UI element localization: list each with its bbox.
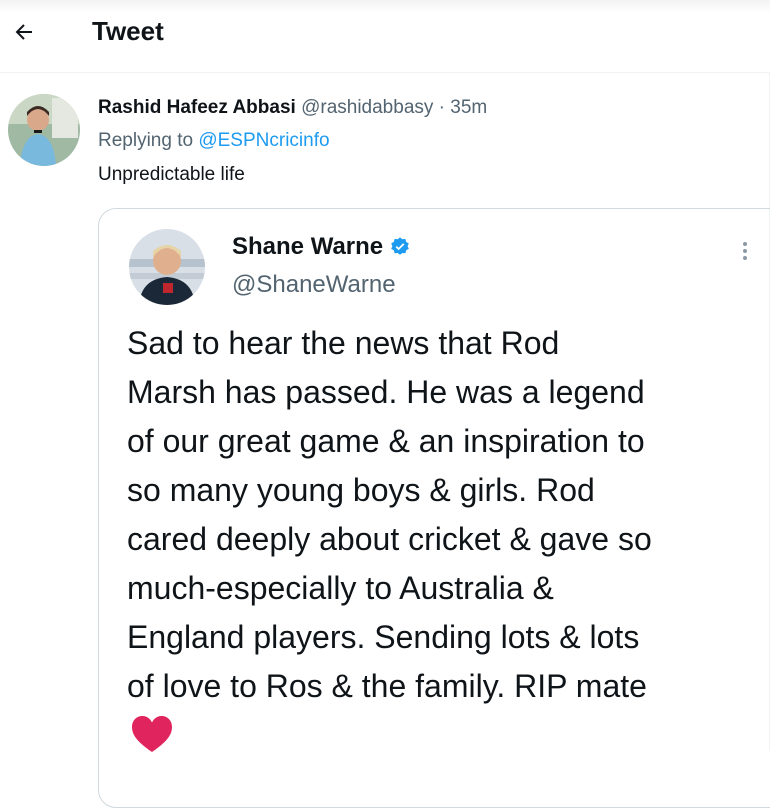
author-name[interactable]: Rashid Hafeez Abbasi	[98, 97, 296, 118]
back-button[interactable]	[4, 12, 44, 52]
tweet-text: Unpredictable life	[98, 164, 245, 185]
quoted-author-name-row: Shane Warne	[232, 233, 411, 261]
quoted-author-handle[interactable]: @ShaneWarne	[232, 271, 396, 299]
red-heart-icon	[132, 716, 172, 752]
more-vertical-icon[interactable]	[733, 239, 757, 269]
replying-prefix: Replying to	[98, 130, 194, 151]
replying-to: Replying to @ESPNcricinfo	[98, 130, 330, 152]
arrow-left-icon	[15, 24, 32, 40]
top-blur	[0, 0, 770, 12]
page-title: Tweet	[92, 16, 164, 46]
top-bar: Tweet	[0, 0, 770, 73]
avatar-image	[8, 94, 80, 166]
tweet-header: Rashid Hafeez Abbasi @rashidabbasy · 35m	[98, 97, 487, 119]
verified-badge-icon	[391, 237, 409, 255]
tweet-time[interactable]: 35m	[450, 97, 487, 118]
quoted-avatar-image	[129, 229, 205, 305]
replying-to-link[interactable]: @ESPNcricinfo	[198, 130, 329, 151]
quoted-avatar[interactable]	[129, 229, 205, 305]
quoted-tweet-text: Sad to hear the news that Rod Marsh has …	[127, 325, 652, 704]
quoted-author-name[interactable]: Shane Warne	[232, 233, 383, 261]
author-handle[interactable]: @rashidabbasy	[301, 97, 433, 118]
quoted-tweet-card[interactable]: Shane Warne @ShaneWarne Sad to hear the …	[98, 208, 770, 808]
avatar[interactable]	[8, 94, 80, 166]
separator-dot: ·	[438, 97, 445, 118]
